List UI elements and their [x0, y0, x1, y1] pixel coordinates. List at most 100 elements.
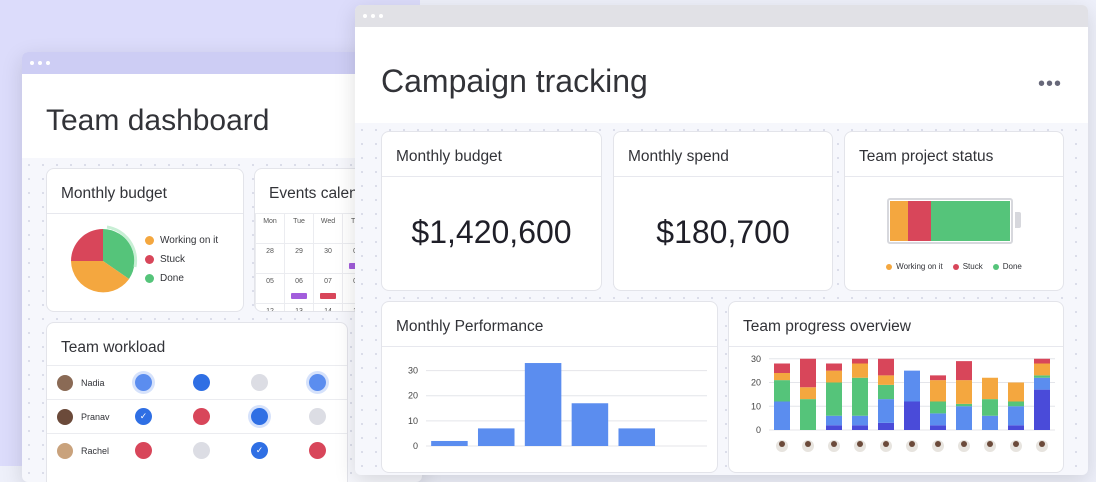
stacked-bar-segment[interactable]: [982, 377, 998, 400]
stacked-bar-segment[interactable]: [930, 401, 946, 414]
stacked-bar-segment[interactable]: [826, 382, 842, 416]
stacked-bar-segment[interactable]: [852, 363, 868, 378]
stacked-bar-segment[interactable]: [904, 370, 920, 402]
stacked-bar-segment[interactable]: [1034, 358, 1050, 364]
stacked-bar-segment[interactable]: [826, 363, 842, 371]
stacked-bar-segment[interactable]: [930, 375, 946, 381]
calendar-date[interactable]: 07: [313, 273, 343, 304]
stacked-bar-segment[interactable]: [930, 413, 946, 426]
bar[interactable]: [431, 440, 468, 446]
stacked-bar-segment[interactable]: [774, 401, 790, 431]
stacked-bar-segment[interactable]: [852, 377, 868, 416]
workload-status-dot[interactable]: [193, 408, 210, 425]
calendar-event[interactable]: [291, 293, 307, 299]
stacked-bar-segment[interactable]: [826, 425, 842, 430]
stacked-bar-segment[interactable]: [956, 406, 972, 430]
legend-item: Working on it: [886, 262, 943, 271]
person-name: Pranav: [81, 412, 110, 422]
stacked-bar-segment[interactable]: [774, 380, 790, 402]
stacked-bar-segment[interactable]: [1008, 382, 1024, 402]
stacked-bar-segment[interactable]: [956, 403, 972, 407]
calendar-date[interactable]: 12: [255, 303, 285, 311]
pie-slice-stuck: [71, 229, 103, 261]
stacked-bar-segment[interactable]: [878, 399, 894, 423]
monthly-budget-widget[interactable]: Monthly budget $1,420,600: [381, 131, 602, 291]
bar[interactable]: [618, 428, 656, 446]
stacked-bar-segment[interactable]: [774, 373, 790, 381]
monthly-performance-widget[interactable]: Monthly Performance 0 10 20 30: [381, 301, 718, 473]
workload-status-dot[interactable]: [251, 374, 268, 391]
stacked-bar-segment[interactable]: [1034, 375, 1050, 378]
stacked-bar-segment[interactable]: [878, 358, 894, 376]
stacked-bar-segment[interactable]: [930, 425, 946, 430]
calendar-date[interactable]: 30: [313, 243, 343, 274]
workload-status-dot[interactable]: [309, 442, 326, 459]
workload-status-dot[interactable]: [251, 408, 268, 425]
check-icon[interactable]: ✓: [251, 442, 268, 459]
workload-status-dot[interactable]: [193, 374, 210, 391]
workload-status-dot[interactable]: [309, 374, 326, 391]
calendar-event[interactable]: [320, 293, 336, 299]
person-icon: [883, 441, 889, 447]
stacked-bar-segment[interactable]: [852, 358, 868, 364]
person-icon: [831, 441, 837, 447]
stacked-bar-segment[interactable]: [878, 384, 894, 400]
stacked-bar-segment[interactable]: [1008, 425, 1024, 430]
stacked-bar-segment[interactable]: [878, 422, 894, 430]
stacked-bar-segment[interactable]: [956, 361, 972, 381]
monthly-spend-widget[interactable]: Monthly spend $180,700: [613, 131, 833, 291]
workload-status-dot[interactable]: [135, 374, 152, 391]
status-legend: Working on it Stuck Done: [845, 262, 1063, 271]
calendar-date[interactable]: 05: [255, 273, 285, 304]
calendar-date[interactable]: 29: [284, 243, 314, 274]
workload-row: Pranav ✓: [47, 399, 347, 434]
workload-status-dot[interactable]: [193, 442, 210, 459]
calendar-day-header: Tue: [284, 213, 314, 244]
stacked-bar-segment[interactable]: [982, 415, 998, 430]
status-segment-working-on-it: [890, 201, 908, 241]
bar[interactable]: [524, 363, 562, 446]
stacked-bar-segment[interactable]: [956, 380, 972, 404]
stacked-bar-segment[interactable]: [800, 358, 816, 388]
stacked-bar-segment[interactable]: [1008, 406, 1024, 426]
calendar-date[interactable]: 13: [284, 303, 314, 311]
calendar-date[interactable]: 28: [255, 243, 285, 274]
stacked-bar-segment[interactable]: [982, 399, 998, 416]
workload-status-dot[interactable]: [309, 408, 326, 425]
stacked-bar-segment[interactable]: [1008, 401, 1024, 407]
more-options-icon[interactable]: •••: [1038, 73, 1062, 96]
stacked-bar-segment[interactable]: [878, 375, 894, 385]
team-workload-widget[interactable]: Team workload Nadia Pranav ✓ Rachel ✓: [46, 322, 348, 482]
stacked-bar-segment[interactable]: [930, 380, 946, 402]
person-icon: [987, 441, 993, 447]
stacked-bar-segment[interactable]: [1034, 377, 1050, 390]
widget-title: Monthly Performance: [382, 302, 717, 347]
stacked-bar-segment[interactable]: [800, 399, 816, 430]
monthly-budget-widget[interactable]: Monthly budget Working on it Stuck Done: [46, 168, 244, 312]
bar[interactable]: [571, 403, 609, 446]
calendar-date[interactable]: 06: [284, 273, 314, 304]
battery-cap: [1015, 212, 1021, 228]
stacked-bar-segment[interactable]: [852, 425, 868, 430]
budget-legend: Working on it Stuck Done: [145, 231, 218, 288]
status-segment-stuck: [908, 201, 931, 241]
stacked-bar-segment[interactable]: [852, 415, 868, 426]
stacked-bar-segment[interactable]: [826, 370, 842, 383]
stacked-bar-segment[interactable]: [1034, 389, 1050, 430]
team-project-status-widget[interactable]: Team project status Working on it Stuck …: [844, 131, 1064, 291]
bar[interactable]: [477, 428, 515, 446]
calendar-date[interactable]: 14: [313, 303, 343, 311]
window-titlebar: [355, 5, 1088, 27]
stacked-bar-segment[interactable]: [826, 415, 842, 426]
workload-status-dot[interactable]: [135, 442, 152, 459]
stacked-bar-segment[interactable]: [904, 401, 920, 431]
check-icon[interactable]: ✓: [135, 408, 152, 425]
team-progress-widget[interactable]: Team progress overview 0 10 20 30: [728, 301, 1064, 473]
stacked-bar-segment[interactable]: [1034, 363, 1050, 376]
legend-dot-icon: [952, 263, 959, 270]
calendar-day-header: Wed: [313, 213, 343, 244]
stacked-bar-segment[interactable]: [774, 363, 790, 374]
team-progress-chart: 0 10 20 30: [751, 354, 1055, 452]
stacked-bar-segment[interactable]: [800, 387, 816, 400]
legend-item: Done: [992, 262, 1022, 271]
